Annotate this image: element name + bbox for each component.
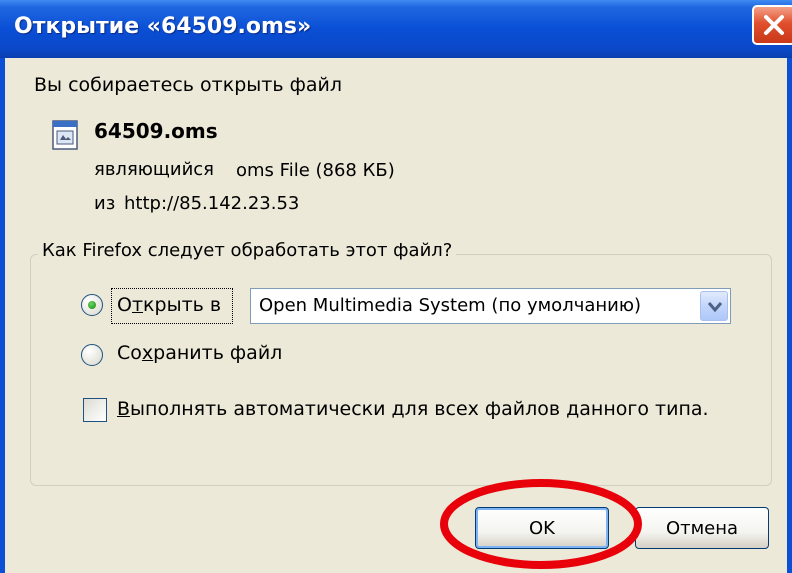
file-name: 64509.oms xyxy=(94,119,218,143)
file-type-label: являющийся xyxy=(94,159,214,180)
close-icon xyxy=(764,15,784,35)
save-file-label[interactable]: Сохранить файл xyxy=(117,342,282,364)
window-title: Открытие «64509.oms» xyxy=(14,14,312,39)
file-icon xyxy=(52,120,78,150)
radio-selected-dot xyxy=(88,301,96,309)
application-select[interactable]: Open Multimedia System (по умолчанию) xyxy=(250,288,731,324)
window-frame-right xyxy=(787,58,792,573)
cancel-button[interactable]: Отмена xyxy=(635,507,769,549)
close-button[interactable] xyxy=(752,5,792,45)
dropdown-button[interactable] xyxy=(700,291,728,321)
open-with-radio[interactable] xyxy=(81,294,103,316)
window-frame-left xyxy=(0,58,5,573)
source-url: http://85.142.23.53 xyxy=(124,193,300,214)
save-file-radio[interactable] xyxy=(81,344,103,366)
file-type-value: oms File (868 КБ) xyxy=(236,160,395,181)
dialog-prompt: Вы собираетесь открыть файл xyxy=(34,74,342,96)
open-with-label[interactable]: Открыть в xyxy=(117,294,221,316)
application-select-value: Open Multimedia System (по умолчанию) xyxy=(259,295,642,316)
action-question: Как Firefox следует обработать этот файл… xyxy=(38,240,457,261)
chevron-down-icon xyxy=(707,302,723,313)
ok-button[interactable]: OK xyxy=(475,507,609,549)
auto-action-label[interactable]: Выполнять автоматически для всех файлов … xyxy=(117,398,709,420)
auto-action-checkbox[interactable] xyxy=(83,398,107,422)
source-label: из xyxy=(94,193,116,214)
title-bar[interactable]: Открытие «64509.oms» xyxy=(0,0,792,58)
